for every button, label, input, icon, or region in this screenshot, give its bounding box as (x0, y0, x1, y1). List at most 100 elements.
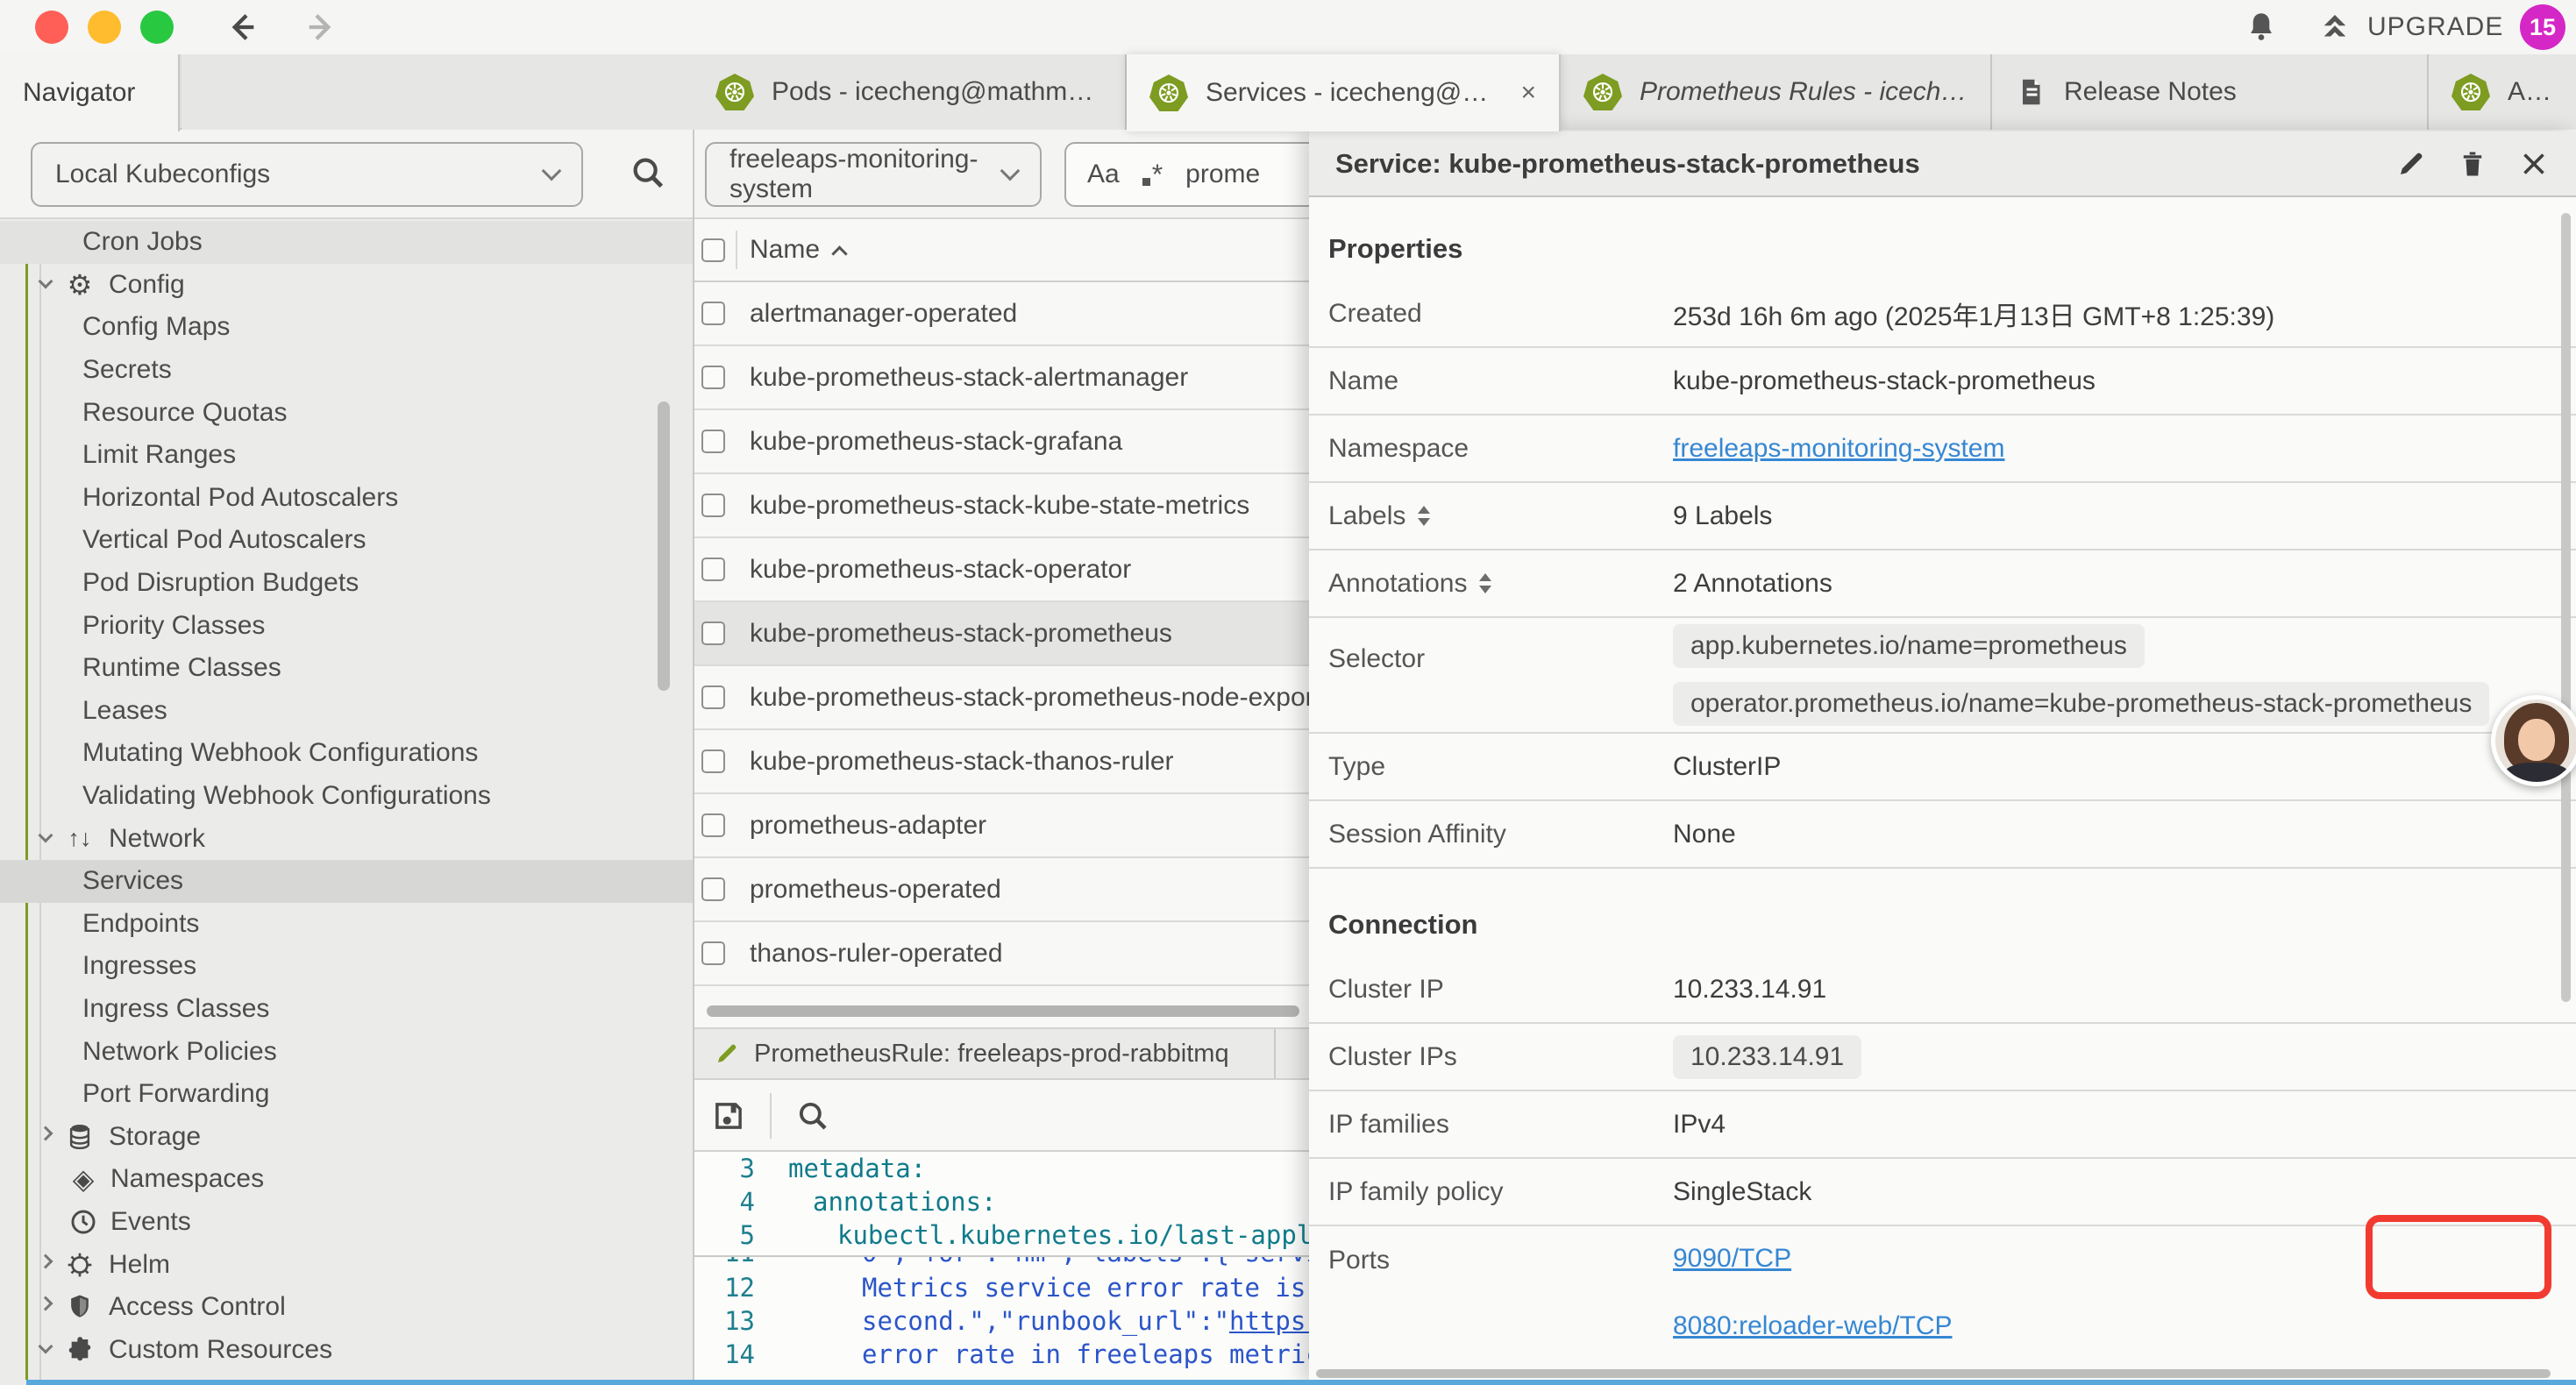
sidebar-item-cron-jobs[interactable]: Cron Jobs (0, 221, 693, 264)
row-checkbox[interactable] (701, 366, 725, 389)
sidebar-item-storage[interactable]: Storage (0, 1115, 693, 1158)
sort-toggle-icon[interactable] (1479, 573, 1491, 593)
sidebar-item-services[interactable]: Services (0, 860, 693, 903)
sidebar-item-secrets[interactable]: Secrets (0, 349, 693, 392)
editor-tab-prometheusrule[interactable]: PrometheusRule: freeleaps-prod-rabbitmq (694, 1029, 1276, 1078)
sidebar-item-namespaces[interactable]: ◈Namespaces (0, 1158, 693, 1201)
tab-argo[interactable]: Argo Se (2429, 54, 2576, 130)
list-horizontal-scrollbar[interactable] (707, 1005, 1299, 1017)
sidebar-item-network[interactable]: ↑↓Network (0, 817, 693, 860)
sidebar-item-limit-ranges[interactable]: Limit Ranges (0, 434, 693, 477)
tab-prometheus-rules[interactable]: Prometheus Rules - icecheng... (1561, 54, 1992, 130)
sidebar-item-priority-classes[interactable]: Priority Classes (0, 604, 693, 647)
table-row-alertmanager-operated[interactable]: alertmanager-operated (694, 282, 1309, 346)
sidebar-item-access-control[interactable]: Access Control (0, 1286, 693, 1329)
upgrade-button[interactable]: UPGRADE (2315, 9, 2503, 46)
sort-toggle-icon[interactable] (1418, 506, 1430, 526)
sidebar-item-config[interactable]: ⚙Config (0, 264, 693, 307)
chevron-down-icon[interactable] (39, 1339, 53, 1353)
regex-icon[interactable]: * (1142, 159, 1163, 191)
pencil-icon (714, 1041, 740, 1067)
edit-pencil-icon[interactable] (2395, 148, 2427, 180)
namespace-link[interactable]: freeleaps-monitoring-system (1673, 434, 2004, 464)
table-row-kube-prometheus-stack-grafana[interactable]: kube-prometheus-stack-grafana (694, 410, 1309, 474)
tab-close-icon[interactable]: × (1520, 78, 1536, 108)
sidebar-item-ingresses[interactable]: Ingresses (0, 945, 693, 988)
sidebar-item-horizontal-pod-autoscalers[interactable]: Horizontal Pod Autoscalers (0, 477, 693, 520)
sidebar-item-port-forwarding[interactable]: Port Forwarding (0, 1073, 693, 1116)
chevron-down-icon[interactable] (39, 827, 53, 842)
detail-horizontal-scrollbar[interactable] (1316, 1369, 2551, 1378)
chevron-down-icon[interactable] (39, 273, 53, 288)
yaml-editor[interactable]: 3metadata:4annotations:5kubectl.kubernet… (694, 1150, 1309, 1385)
table-row-kube-prometheus-stack-prometheus-node-expor[interactable]: kube-prometheus-stack-prometheus-node-ex… (694, 666, 1309, 730)
sidebar-item-helm[interactable]: Helm (0, 1243, 693, 1286)
row-checkbox[interactable] (701, 494, 725, 517)
sidebar-item-vertical-pod-autoscalers[interactable]: Vertical Pod Autoscalers (0, 519, 693, 562)
sidebar-item-custom-resources[interactable]: Custom Resources (0, 1328, 693, 1371)
sidebar-search-button[interactable] (628, 153, 668, 193)
sidebar-item-events[interactable]: Events (0, 1201, 693, 1244)
sidebar-item-pod-disruption-budgets[interactable]: Pod Disruption Budgets (0, 562, 693, 605)
namespace-selector[interactable]: freeleaps-monitoring-system (705, 142, 1042, 207)
resource-search-input[interactable]: Aa * prome (1064, 142, 1309, 207)
tab-pods[interactable]: Pods - icecheng@mathmas... (693, 54, 1127, 130)
row-checkbox[interactable] (701, 302, 725, 325)
row-checkbox[interactable] (701, 941, 725, 965)
chevron-right-icon[interactable] (39, 1296, 53, 1311)
sidebar-item-network-policies[interactable]: Network Policies (0, 1030, 693, 1073)
sidebar-item-resource-quotas[interactable]: Resource Quotas (0, 391, 693, 434)
tab-services[interactable]: Services - icecheng@math... × (1127, 54, 1561, 131)
row-checkbox[interactable] (701, 621, 725, 645)
sidebar-item-mutating-webhook-configurations[interactable]: Mutating Webhook Configurations (0, 732, 693, 775)
row-checkbox[interactable] (701, 813, 725, 837)
table-row-kube-prometheus-stack-alertmanager[interactable]: kube-prometheus-stack-alertmanager (694, 346, 1309, 410)
editor-tab-next[interactable] (1276, 1029, 1309, 1078)
row-checkbox[interactable] (701, 685, 725, 709)
table-row-kube-prometheus-stack-prometheus[interactable]: kube-prometheus-stack-prometheus (694, 602, 1309, 666)
chevron-right-icon[interactable] (39, 1126, 53, 1140)
select-all-checkbox[interactable] (701, 238, 725, 262)
editor-search-icon[interactable] (794, 1097, 831, 1134)
sidebar-item-runtime-classes[interactable]: Runtime Classes (0, 647, 693, 690)
avatar[interactable] (2491, 695, 2576, 786)
sidebar-item-label: Runtime Classes (82, 653, 281, 683)
sidebar-item-endpoints[interactable]: Endpoints (0, 903, 693, 946)
tab-release-notes[interactable]: Release Notes (1992, 54, 2429, 130)
close-window-button[interactable] (35, 11, 68, 44)
detail-scrollbar[interactable] (2561, 213, 2571, 1002)
sidebar-item-config-maps[interactable]: Config Maps (0, 306, 693, 349)
table-row-prometheus-operated[interactable]: prometheus-operated (694, 858, 1309, 922)
minimize-window-button[interactable] (88, 11, 121, 44)
match-case-icon[interactable]: Aa (1087, 160, 1120, 189)
save-icon[interactable] (710, 1097, 747, 1134)
table-row-prometheus-adapter[interactable]: prometheus-adapter (694, 794, 1309, 858)
port-link-8080-reloader-web-TCP[interactable]: 8080:reloader-web/TCP (1673, 1311, 1953, 1341)
kubeconfig-selector[interactable]: Local Kubeconfigs (31, 142, 583, 207)
table-row-thanos-ruler-operated[interactable]: thanos-ruler-operated (694, 922, 1309, 986)
sidebar-scrollbar[interactable] (658, 401, 670, 691)
row-checkbox[interactable] (701, 749, 725, 773)
port-link-9090-TCP[interactable]: 9090/TCP (1673, 1244, 1791, 1274)
chevron-right-icon[interactable] (39, 1254, 53, 1268)
row-checkbox[interactable] (701, 558, 725, 581)
table-row-kube-prometheus-stack-operator[interactable]: kube-prometheus-stack-operator (694, 538, 1309, 602)
row-checkbox[interactable] (701, 877, 725, 901)
close-icon[interactable] (2518, 148, 2550, 180)
code-link[interactable]: https://net (1229, 1306, 1309, 1336)
delete-trash-icon[interactable] (2457, 148, 2488, 180)
column-header-name[interactable]: Name (750, 235, 845, 265)
sidebar-item-leases[interactable]: Leases (0, 690, 693, 733)
sidebar-item-ingress-classes[interactable]: Ingress Classes (0, 988, 693, 1031)
table-row-kube-prometheus-stack-thanos-ruler[interactable]: kube-prometheus-stack-thanos-ruler (694, 730, 1309, 794)
tab-navigator[interactable]: Navigator (0, 54, 180, 131)
notifications-bell-icon[interactable] (2243, 9, 2280, 46)
row-checkbox[interactable] (701, 430, 725, 453)
maximize-window-button[interactable] (140, 11, 174, 44)
sidebar-item-validating-webhook-configurations[interactable]: Validating Webhook Configurations (0, 775, 693, 818)
notification-count-badge[interactable]: 15 (2520, 4, 2565, 50)
back-button[interactable] (219, 7, 265, 47)
table-row-kube-prometheus-stack-kube-state-metrics[interactable]: kube-prometheus-stack-kube-state-metrics (694, 474, 1309, 538)
forward-button[interactable] (298, 7, 344, 47)
detail-row-session-affinity: Session AffinityNone (1309, 801, 2576, 869)
